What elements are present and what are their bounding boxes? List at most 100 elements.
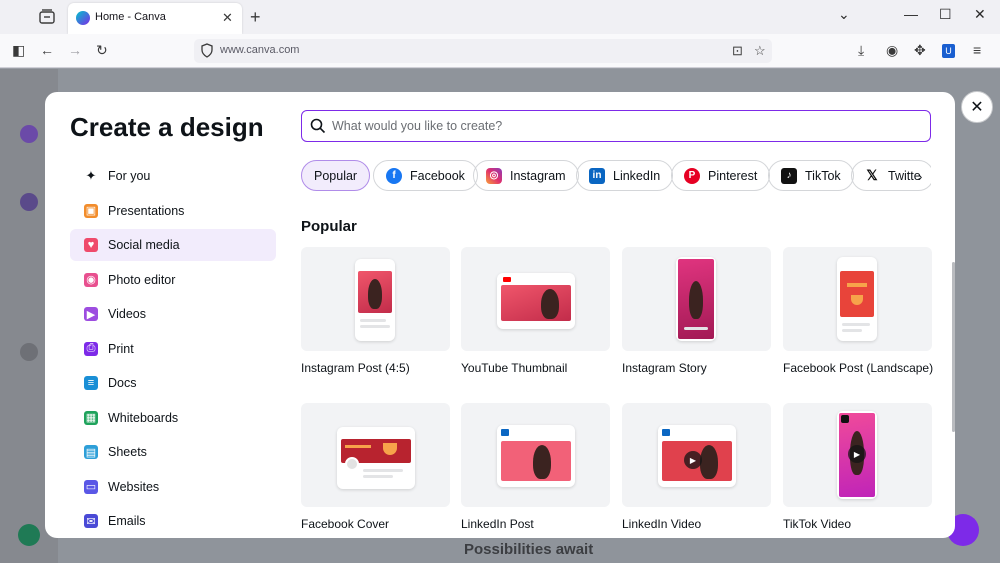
design-thumbnail[interactable] xyxy=(461,403,610,507)
section-title: Popular xyxy=(301,218,357,235)
chip-label: Facebook xyxy=(410,168,465,183)
tab-overflow-chevron-icon[interactable]: ⌄ xyxy=(838,6,850,23)
video-icon: ▶ xyxy=(84,307,98,321)
design-card-label[interactable]: TikTok Video xyxy=(783,517,932,531)
design-thumbnail[interactable] xyxy=(783,247,932,351)
design-search xyxy=(301,110,931,142)
sidebar-item-label: Whiteboards xyxy=(108,410,179,425)
chip-pinterest[interactable]: P Pinterest xyxy=(671,160,771,191)
browser-tab[interactable]: Home - Canva ✕ xyxy=(68,3,242,34)
category-sidebar: ✦ For you ▣ Presentations ♥ Social media ◉ Phot… xyxy=(70,160,276,538)
tab-close-icon[interactable]: ✕ xyxy=(222,10,233,26)
design-card-tiktok-video[interactable]: ▶ TikTok Video xyxy=(783,403,932,531)
shield-icon xyxy=(201,43,213,58)
design-card-linkedin-video[interactable]: ▶ LinkedIn Video xyxy=(622,403,771,531)
backdrop-footer-text: Possibilities await xyxy=(464,541,594,558)
sidebar-item-whiteboards[interactable]: ▦ Whiteboards xyxy=(70,402,276,434)
chevron-right-icon[interactable]: › xyxy=(918,169,922,184)
design-thumbnail[interactable] xyxy=(622,247,771,351)
new-tab-icon[interactable]: + xyxy=(250,7,261,28)
design-card-facebook-cover[interactable]: Facebook Cover xyxy=(301,403,450,531)
chip-tiktok[interactable]: ♪ TikTok xyxy=(768,160,854,191)
design-thumbnail[interactable]: ▶ xyxy=(622,403,771,507)
downloads-icon[interactable]: ⤓ xyxy=(858,42,864,59)
sidebar-item-label: Presentations xyxy=(108,203,185,218)
menu-icon[interactable]: ≡ xyxy=(973,42,981,58)
design-thumbnail[interactable] xyxy=(301,403,450,507)
chip-popular[interactable]: Popular xyxy=(301,160,371,191)
browser-tab-bar: Home - Canva ✕ + ⌄ — ☐ ✕ xyxy=(0,0,1000,34)
whiteboard-icon: ▦ xyxy=(84,410,98,425)
search-input[interactable] xyxy=(332,116,912,136)
email-icon: ✉ xyxy=(84,514,98,528)
sidebar-item-docs[interactable]: ≡ Docs xyxy=(70,367,276,399)
address-bar[interactable]: www.canva.com ⊡ ☆ xyxy=(194,39,772,63)
sidebar-item-social-media[interactable]: ♥ Social media xyxy=(70,229,276,261)
sidebar-item-videos[interactable]: ▶ Videos xyxy=(70,298,276,330)
tab-list-icon[interactable] xyxy=(38,9,56,25)
design-card-facebook-post[interactable]: Facebook Post (Landscape) xyxy=(783,247,933,375)
sidebar-toggle-icon[interactable]: ◧ xyxy=(12,42,25,59)
x-icon: 𝕏 xyxy=(864,167,880,184)
close-icon: ✕ xyxy=(970,99,984,116)
maximize-icon[interactable]: ☐ xyxy=(939,6,952,23)
facebook-icon: f xyxy=(386,167,402,184)
chip-facebook[interactable]: f Facebook xyxy=(373,160,478,191)
printer-icon: ⎙ xyxy=(84,341,98,356)
sidebar-item-for-you[interactable]: ✦ For you xyxy=(70,160,276,192)
chip-label: Popular xyxy=(314,168,358,183)
browser-nav-bar: ◧ ← → ↻ www.canva.com ⊡ ☆ ⤓ ◉ ✥ U ≡ xyxy=(0,34,1000,68)
sidebar-item-sheets[interactable]: ▤ Sheets xyxy=(70,436,276,468)
chip-label: TikTok xyxy=(805,168,841,183)
reload-icon[interactable]: ↻ xyxy=(96,42,108,59)
design-thumbnail[interactable]: ▶ xyxy=(783,403,932,507)
extensions-icon[interactable]: ✥ xyxy=(914,42,926,59)
sidebar-item-print[interactable]: ⎙ Print xyxy=(70,333,276,365)
backdrop-create-icon xyxy=(20,125,38,143)
bookmark-star-icon[interactable]: ☆ xyxy=(754,43,766,59)
chip-label: Instagram xyxy=(510,168,566,183)
sidebar-item-photo-editor[interactable]: ◉ Photo editor xyxy=(70,264,276,296)
bitwarden-extension-icon[interactable]: U xyxy=(942,44,955,58)
design-card-label[interactable]: YouTube Thumbnail xyxy=(461,361,610,375)
sidebar-item-label: Photo editor xyxy=(108,272,176,287)
forward-icon[interactable]: → xyxy=(68,42,82,58)
camera-icon: ◉ xyxy=(84,272,98,287)
design-card-instagram-story[interactable]: Instagram Story xyxy=(622,247,771,375)
minimize-icon[interactable]: — xyxy=(904,6,918,22)
design-card-linkedin-post[interactable]: LinkedIn Post xyxy=(461,403,610,531)
design-card-label[interactable]: LinkedIn Video xyxy=(622,517,771,531)
sidebar-item-label: Sheets xyxy=(108,445,147,459)
sidebar-item-emails[interactable]: ✉ Emails xyxy=(70,505,276,537)
sidebar-item-label: For you xyxy=(108,169,151,183)
sidebar-item-label: Emails xyxy=(108,514,146,528)
design-thumbnail[interactable] xyxy=(301,247,450,351)
account-icon[interactable]: ◉ xyxy=(886,42,898,59)
design-card-label[interactable]: Instagram Story xyxy=(622,361,771,375)
close-modal-button[interactable]: ✕ xyxy=(961,91,993,123)
design-card-label[interactable]: Instagram Post (4:5) xyxy=(301,361,450,375)
linkedin-icon: in xyxy=(589,167,605,184)
presentation-icon: ▣ xyxy=(84,203,98,218)
design-card-label[interactable]: Facebook Post (Landscape) xyxy=(783,361,933,375)
save-page-icon[interactable]: ⊡ xyxy=(732,43,743,59)
design-card-youtube-thumbnail[interactable]: YouTube Thumbnail xyxy=(461,247,610,375)
instagram-icon: ◎ xyxy=(486,167,502,184)
design-card-instagram-post[interactable]: Instagram Post (4:5) xyxy=(301,247,450,375)
scrollbar[interactable] xyxy=(952,262,955,432)
pinterest-icon: P xyxy=(684,167,700,184)
sidebar-item-label: Websites xyxy=(108,479,160,494)
sidebar-item-label: Docs xyxy=(108,376,137,390)
back-icon[interactable]: ← xyxy=(40,42,54,58)
sidebar-item-presentations[interactable]: ▣ Presentations xyxy=(70,195,276,227)
backdrop-nav-icon xyxy=(20,343,38,361)
platform-chips: Popular f Facebook ◎ Instagram in LinkedIn P Pin… xyxy=(301,160,931,192)
design-thumbnail[interactable] xyxy=(461,247,610,351)
website-icon: ▭ xyxy=(84,479,98,494)
sidebar-item-websites[interactable]: ▭ Websites xyxy=(70,471,276,503)
chip-instagram[interactable]: ◎ Instagram xyxy=(473,160,579,191)
design-card-label[interactable]: LinkedIn Post xyxy=(461,517,610,531)
design-card-label[interactable]: Facebook Cover xyxy=(301,517,450,531)
chip-linkedin[interactable]: in LinkedIn xyxy=(576,160,674,191)
window-close-icon[interactable]: ✕ xyxy=(974,6,986,23)
